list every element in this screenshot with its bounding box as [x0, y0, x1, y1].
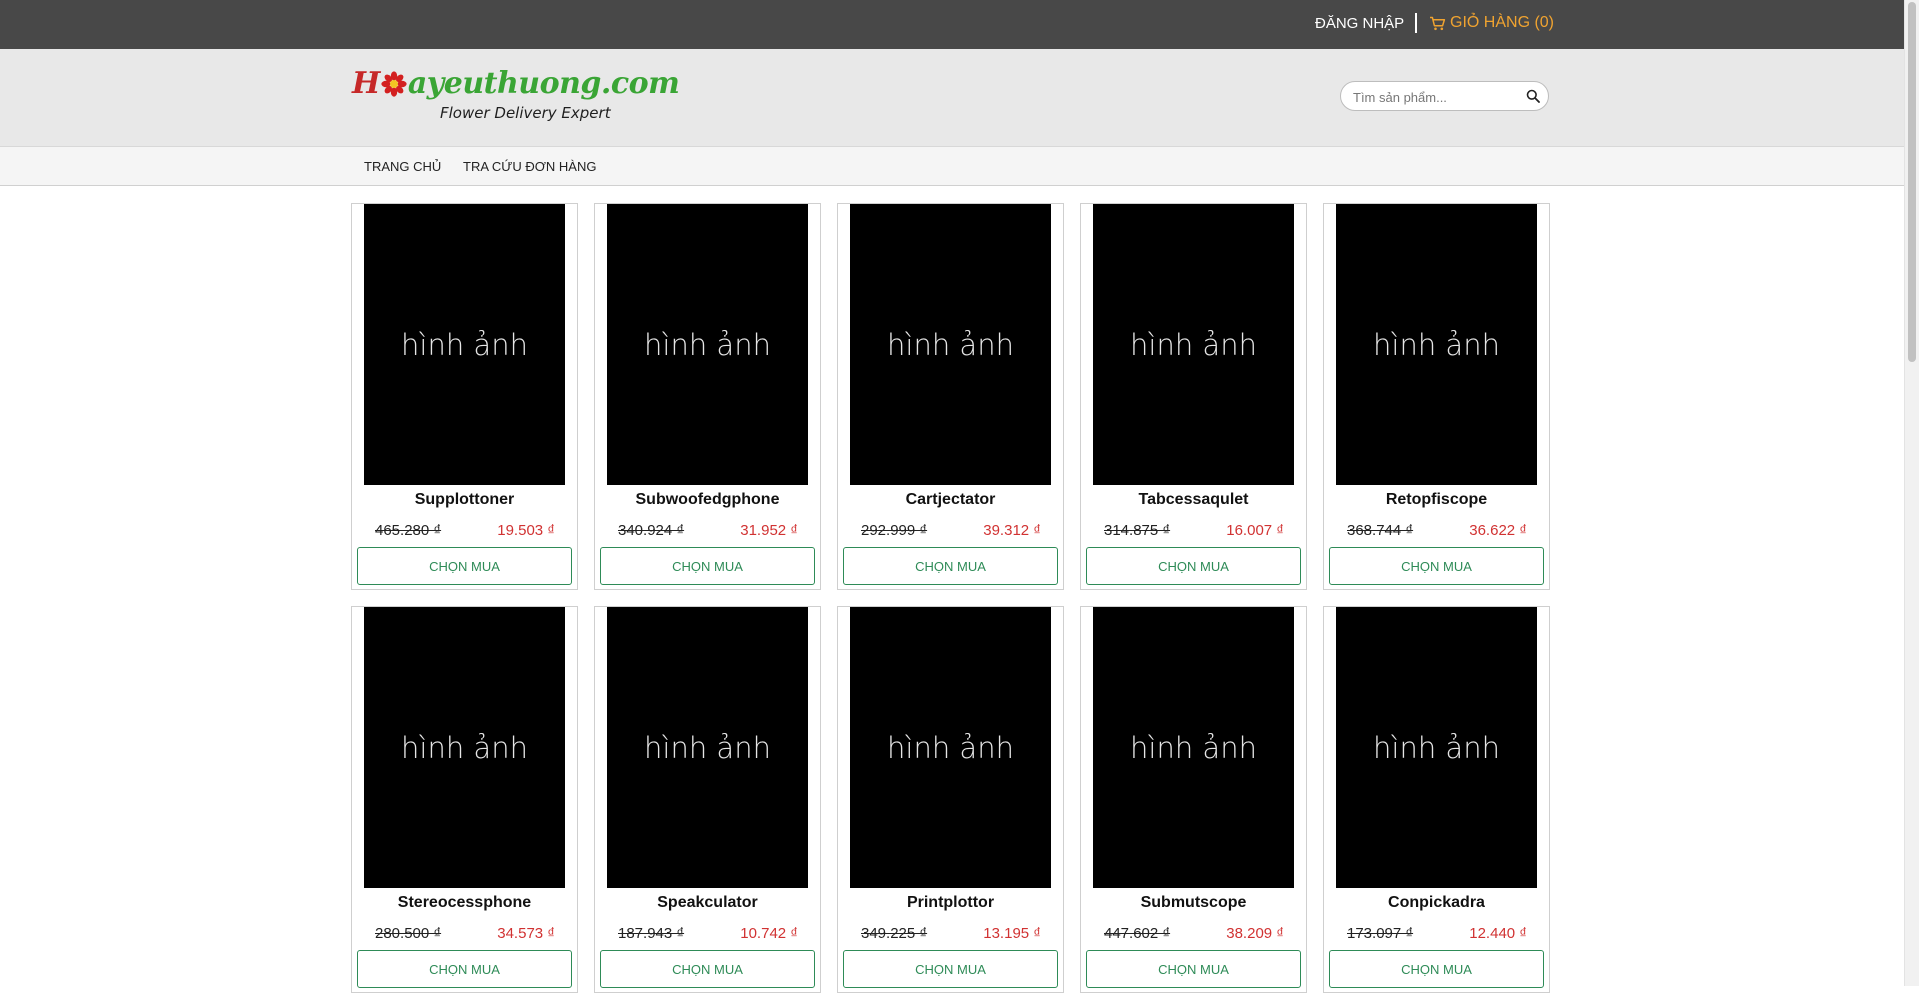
- product-name[interactable]: Supplottoner: [352, 491, 577, 509]
- product-name[interactable]: Submutscope: [1081, 894, 1306, 912]
- product-price: 34.573 ₫: [497, 925, 555, 942]
- product-old-price: 280.500 ₫: [375, 925, 442, 942]
- product-old-price: 173.097 ₫: [1347, 925, 1414, 942]
- buy-button[interactable]: CHỌN MUA: [357, 547, 572, 585]
- topbar-divider: [1415, 13, 1417, 33]
- product-price: 12.440 ₫: [1469, 925, 1527, 942]
- product-image-placeholder: hình ảnh: [1130, 730, 1257, 765]
- product-old-price: 314.875 ₫: [1104, 522, 1171, 539]
- top-bar: ĐĂNG NHẬP GIỎ HÀNG (0): [0, 0, 1904, 49]
- product-card: hình ảnh Retopfiscope 368.744 ₫ 36.622 ₫…: [1323, 203, 1550, 590]
- product-price: 19.503 ₫: [497, 522, 555, 539]
- page-scrollbar[interactable]: [1904, 0, 1919, 986]
- site-logo[interactable]: H ayeuthuong.com Flower Delivery Expert: [352, 67, 680, 131]
- product-image-placeholder: hình ảnh: [1373, 730, 1500, 765]
- buy-button[interactable]: CHỌN MUA: [357, 950, 572, 988]
- site-header: H ayeuthuong.com Flower Delivery Expert: [0, 49, 1904, 146]
- product-card: hình ảnh Printplottor 349.225 ₫ 13.195 ₫…: [837, 606, 1064, 993]
- product-image[interactable]: hình ảnh: [1336, 607, 1537, 888]
- product-price: 39.312 ₫: [983, 522, 1041, 539]
- product-old-price: 349.225 ₫: [861, 925, 928, 942]
- product-old-price: 187.943 ₫: [618, 925, 685, 942]
- product-name[interactable]: Conpickadra: [1324, 894, 1549, 912]
- product-image[interactable]: hình ảnh: [850, 607, 1051, 888]
- product-card: hình ảnh Cartjectator 292.999 ₫ 39.312 ₫…: [837, 203, 1064, 590]
- product-price: 13.195 ₫: [983, 925, 1041, 942]
- product-image[interactable]: hình ảnh: [364, 607, 565, 888]
- product-old-price: 465.280 ₫: [375, 522, 442, 539]
- logo-letter: H: [352, 66, 380, 101]
- nav-item-order-lookup[interactable]: TRA CỨU ĐƠN HÀNG: [463, 159, 596, 174]
- product-name[interactable]: Speakculator: [595, 894, 820, 912]
- product-name[interactable]: Subwoofedgphone: [595, 491, 820, 509]
- buy-button[interactable]: CHỌN MUA: [600, 950, 815, 988]
- product-price: 10.742 ₫: [740, 925, 798, 942]
- logo-domain: ayeuthuong.com: [407, 66, 680, 101]
- main-nav: TRANG CHỦ TRA CỨU ĐƠN HÀNG: [0, 146, 1904, 186]
- product-name[interactable]: Retopfiscope: [1324, 491, 1549, 509]
- buy-button[interactable]: CHỌN MUA: [1329, 950, 1544, 988]
- product-image-placeholder: hình ảnh: [887, 327, 1014, 362]
- login-link[interactable]: ĐĂNG NHẬP: [1315, 15, 1404, 32]
- buy-button[interactable]: CHỌN MUA: [1329, 547, 1544, 585]
- search-input[interactable]: [1351, 82, 1520, 112]
- product-price: 31.952 ₫: [740, 522, 798, 539]
- product-card: hình ảnh Supplottoner 465.280 ₫ 19.503 ₫…: [351, 203, 578, 590]
- product-image[interactable]: hình ảnh: [1093, 607, 1294, 888]
- product-old-price: 368.744 ₫: [1347, 522, 1414, 539]
- scrollbar-thumb[interactable]: [1908, 2, 1916, 362]
- product-grid: hình ảnh Supplottoner 465.280 ₫ 19.503 ₫…: [351, 203, 1550, 993]
- product-image-placeholder: hình ảnh: [644, 730, 771, 765]
- buy-button[interactable]: CHỌN MUA: [1086, 950, 1301, 988]
- buy-button[interactable]: CHỌN MUA: [843, 547, 1058, 585]
- product-card: hình ảnh Submutscope 447.602 ₫ 38.209 ₫ …: [1080, 606, 1307, 993]
- product-price: 16.007 ₫: [1226, 522, 1284, 539]
- logo-wordmark: H ayeuthuong.com: [352, 66, 680, 101]
- search-icon[interactable]: [1526, 89, 1540, 103]
- product-price: 38.209 ₫: [1226, 925, 1284, 942]
- buy-button[interactable]: CHỌN MUA: [1086, 547, 1301, 585]
- product-image[interactable]: hình ảnh: [607, 607, 808, 888]
- shopping-cart-icon: [1430, 16, 1446, 30]
- product-name[interactable]: Printplottor: [838, 894, 1063, 912]
- flower-icon: [381, 71, 407, 97]
- product-name[interactable]: Cartjectator: [838, 491, 1063, 509]
- product-image[interactable]: hình ảnh: [1336, 204, 1537, 485]
- product-card: hình ảnh Stereocessphone 280.500 ₫ 34.57…: [351, 606, 578, 993]
- product-card: hình ảnh Speakculator 187.943 ₫ 10.742 ₫…: [594, 606, 821, 993]
- cart-label: GIỎ HÀNG (0): [1450, 14, 1555, 31]
- product-image[interactable]: hình ảnh: [607, 204, 808, 485]
- buy-button[interactable]: CHỌN MUA: [600, 547, 815, 585]
- product-card: hình ảnh Tabcessaqulet 314.875 ₫ 16.007 …: [1080, 203, 1307, 590]
- product-image-placeholder: hình ảnh: [401, 327, 528, 362]
- search-box: [1340, 81, 1549, 112]
- product-price: 36.622 ₫: [1469, 522, 1527, 539]
- product-old-price: 340.924 ₫: [618, 522, 685, 539]
- nav-item-home[interactable]: TRANG CHỦ: [364, 159, 441, 174]
- product-name[interactable]: Tabcessaqulet: [1081, 491, 1306, 509]
- product-image-placeholder: hình ảnh: [887, 730, 1014, 765]
- product-card: hình ảnh Subwoofedgphone 340.924 ₫ 31.95…: [594, 203, 821, 590]
- product-old-price: 447.602 ₫: [1104, 925, 1171, 942]
- product-image-placeholder: hình ảnh: [644, 327, 771, 362]
- product-image[interactable]: hình ảnh: [364, 204, 565, 485]
- product-image-placeholder: hình ảnh: [1373, 327, 1500, 362]
- product-name[interactable]: Stereocessphone: [352, 894, 577, 912]
- product-image[interactable]: hình ảnh: [850, 204, 1051, 485]
- product-image-placeholder: hình ảnh: [401, 730, 528, 765]
- product-image[interactable]: hình ảnh: [1093, 204, 1294, 485]
- product-old-price: 292.999 ₫: [861, 522, 928, 539]
- logo-tagline: Flower Delivery Expert: [440, 104, 611, 122]
- product-image-placeholder: hình ảnh: [1130, 327, 1257, 362]
- product-card: hình ảnh Conpickadra 173.097 ₫ 12.440 ₫ …: [1323, 606, 1550, 993]
- cart-link[interactable]: GIỎ HÀNG (0): [1429, 14, 1554, 32]
- buy-button[interactable]: CHỌN MUA: [843, 950, 1058, 988]
